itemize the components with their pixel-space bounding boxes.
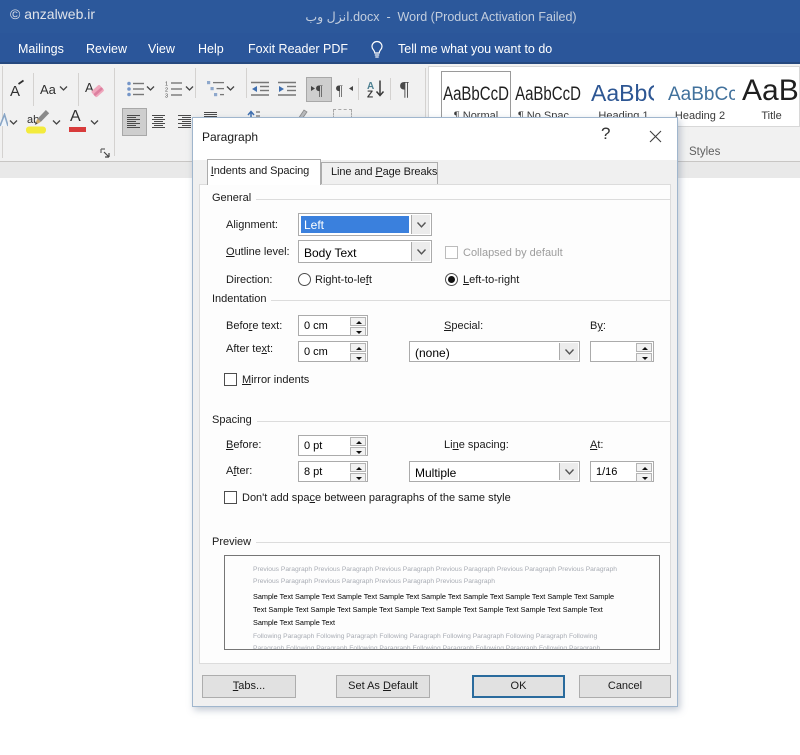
svg-text:¶: ¶ — [336, 83, 343, 98]
svg-text:A: A — [10, 83, 20, 99]
svg-text:¶: ¶ — [316, 83, 323, 98]
svg-text:3: 3 — [165, 94, 168, 99]
svg-text:Z: Z — [367, 90, 373, 100]
